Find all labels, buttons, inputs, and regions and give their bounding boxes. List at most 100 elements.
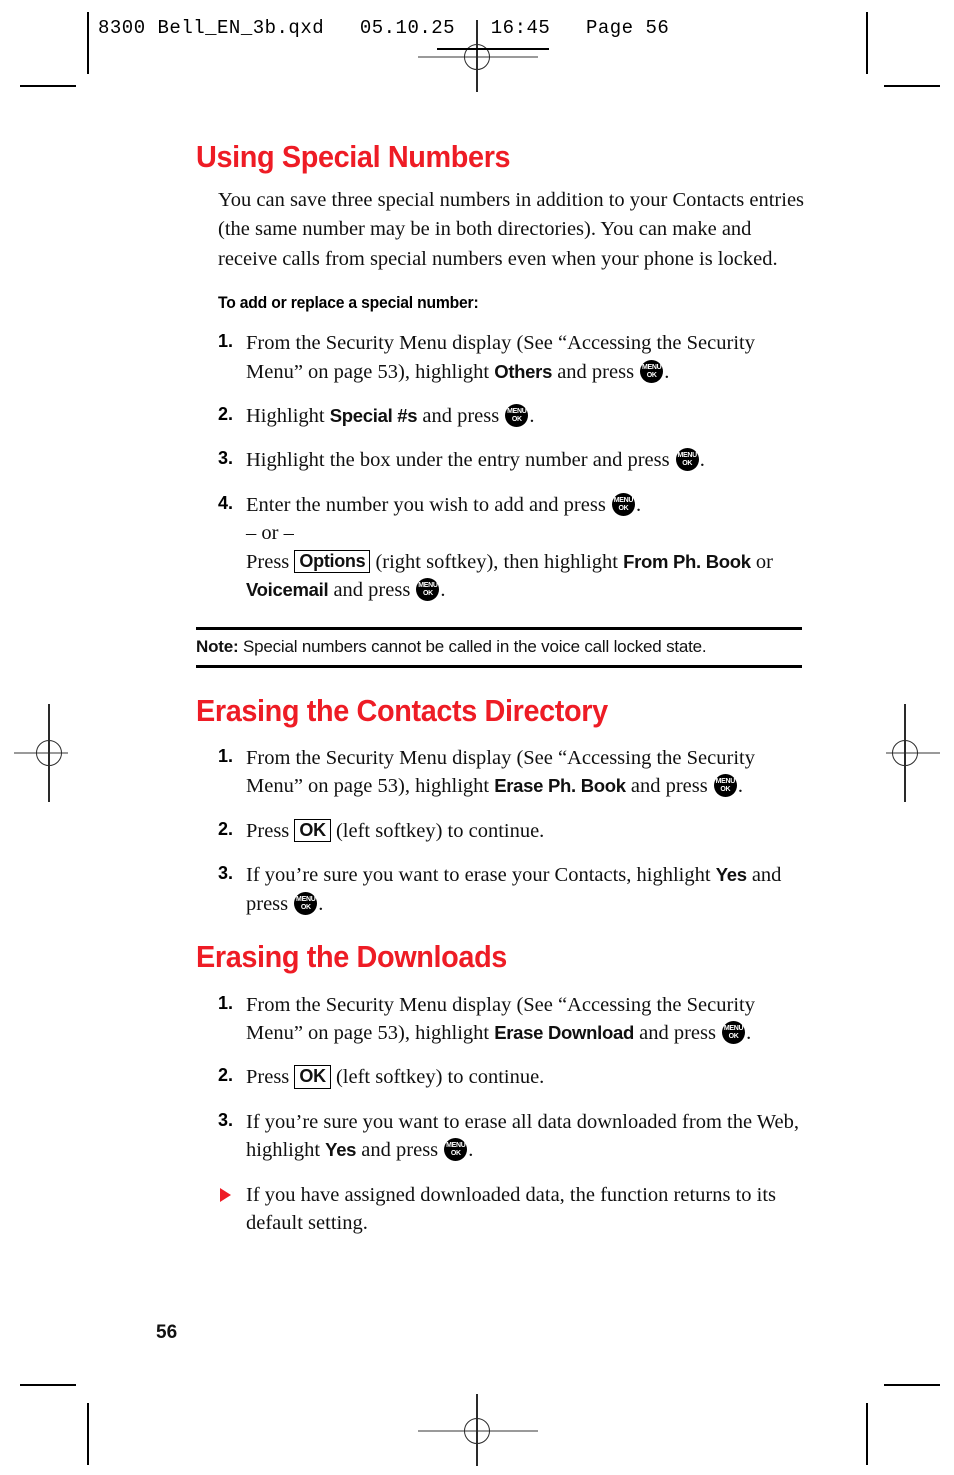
crop-mark-top-right-v [866,12,868,74]
crop-mark-bottom-left-h [20,1384,76,1386]
crop-mark-top-right-h [884,85,940,87]
step-text-cont: (left softkey) to continue. [330,1066,545,1089]
step-text-cont: and press [633,1022,722,1044]
crop-mark-top-left-v [87,12,89,74]
page-content: Using Special Numbers You can save three… [196,139,804,1238]
page-title: Using Special Numbers [196,139,511,174]
steps-special-numbers: 1. From the Security Menu display (See “… [196,329,802,605]
step-number: 2. [218,818,234,839]
list-item: 1. From the Security Menu display (See “… [218,329,802,386]
ui-label-special-numbers: Special #s [329,405,418,426]
step-text: Enter the number you wish to add and pre… [246,493,611,516]
list-item: 2. Press OK (left softkey) to continue. [218,1063,802,1091]
step-text: Press [246,1066,295,1089]
registration-mark-right-circle [892,740,918,766]
menu-ok-icon-bottom: OK [450,1150,461,1158]
menu-ok-icon-bottom: OK [511,416,522,423]
menu-ok-icon: MENU OK [722,1021,746,1044]
section-title-erasing-contacts: Erasing the Contacts Directory [196,692,608,728]
menu-ok-icon-bottom: OK [300,903,311,911]
step-number: 3. [218,863,234,884]
step-text: Highlight the box under the entry number… [246,449,675,472]
alt-text-end: . [440,579,446,602]
menu-ok-icon: MENU OK [505,404,529,427]
step-text-end: . [468,1139,474,1162]
step-number: 1. [218,331,234,352]
step-text-end: . [318,892,324,915]
list-item: 3. If you’re sure you want to erase all … [218,1108,802,1165]
crop-mark-bottom-right-h [884,1384,940,1386]
ui-label-yes: Yes [715,864,747,886]
menu-ok-icon-bottom: OK [646,371,657,379]
menu-ok-icon-bottom: OK [422,590,433,598]
manual-page: 8300 Bell_EN_3b.qxd 05.10.25 16:45 Page … [0,0,954,1475]
alt-text-post: and press [328,579,416,602]
ui-label-yes: Yes [325,1139,357,1161]
step-text-cont: and press [417,405,505,427]
menu-ok-icon-bottom: OK [618,504,629,512]
list-item: 3. Highlight the box under the entry num… [218,446,802,474]
registration-mark-bottom-circle [464,1418,490,1444]
registration-mark-left-circle [36,740,62,766]
step-text: Highlight [246,405,330,427]
steps-erasing-downloads: 1. From the Security Menu display (See “… [196,991,802,1238]
list-item: 1. From the Security Menu display (See “… [218,744,802,801]
print-slug: 8300 Bell_EN_3b.qxd 05.10.25 16:45 Page … [98,17,670,39]
list-item: 4. Enter the number you wish to add and … [218,491,802,605]
step-text-cont: and press [552,360,640,383]
registration-mark-left [14,704,76,802]
menu-ok-icon-bottom: OK [682,460,693,468]
list-item: 1. From the Security Menu display (See “… [218,991,802,1048]
crop-mark-bottom-left-v [87,1403,89,1465]
softkey-options[interactable]: Options [294,549,371,574]
menu-ok-icon: MENU OK [640,359,664,383]
list-item: 2. Press OK (left softkey) to continue. [218,817,802,845]
softkey-ok[interactable]: OK [294,1065,331,1089]
page-number: 56 [156,1322,178,1343]
subhead-add-replace: To add or replace a special number: [218,294,479,313]
softkey-ok[interactable]: OK [294,818,331,843]
menu-ok-icon-bottom: OK [720,786,731,794]
list-item: If you have assigned downloaded data, th… [218,1181,802,1238]
ui-label-from-ph-book: From Ph. Book [623,550,751,572]
menu-ok-icon: MENU OK [611,492,635,516]
step-number: 4. [218,492,234,513]
step-text-end: . [664,360,670,383]
alt-text-join: or [750,550,773,573]
list-item: 2. Highlight Special #s and press MENU OK… [218,402,802,430]
note-label: Note: [196,636,239,656]
crop-mark-top-left-h [20,85,76,87]
alternative-separator: – or – [246,522,294,545]
menu-ok-icon: MENU OK [713,774,737,798]
step-text-cont: and press [356,1139,444,1162]
step-text-end: . [746,1022,752,1044]
note-block: Note: Special numbers cannot be called i… [196,626,802,668]
step-number: 2. [218,1065,234,1086]
note-text: Special numbers cannot be called in the … [238,636,707,656]
menu-ok-icon: MENU OK [416,578,440,602]
step-text: Press [246,819,295,842]
ui-label-voicemail: Voicemail [246,579,329,601]
step-number: 1. [218,746,234,766]
registration-mark-right [878,704,940,802]
step-text-cont: and press [625,775,713,798]
step-number: 2. [218,404,234,424]
crop-mark-bottom-right-v [866,1403,868,1465]
menu-ok-icon-bottom: OK [728,1033,739,1040]
menu-ok-icon: MENU OK [675,448,699,472]
ui-label-erase-download: Erase Download [494,1022,634,1043]
alternative-instruction: Press Options (right softkey), then high… [246,548,802,605]
intro-paragraph: You can save three special numbers in ad… [218,189,805,270]
step-text-end: . [635,493,642,516]
registration-mark-bottom [418,1394,538,1466]
triangle-bullet-icon [220,1187,231,1202]
steps-erasing-contacts: 1. From the Security Menu display (See “… [196,744,802,918]
menu-ok-icon: MENU OK [294,891,318,915]
step-text-cont: (left softkey) to continue. [330,819,545,842]
step-number: 1. [218,992,234,1013]
step-text-end: . [529,405,535,427]
alt-text-pre: Press [246,550,295,573]
step-number: 3. [218,448,234,469]
